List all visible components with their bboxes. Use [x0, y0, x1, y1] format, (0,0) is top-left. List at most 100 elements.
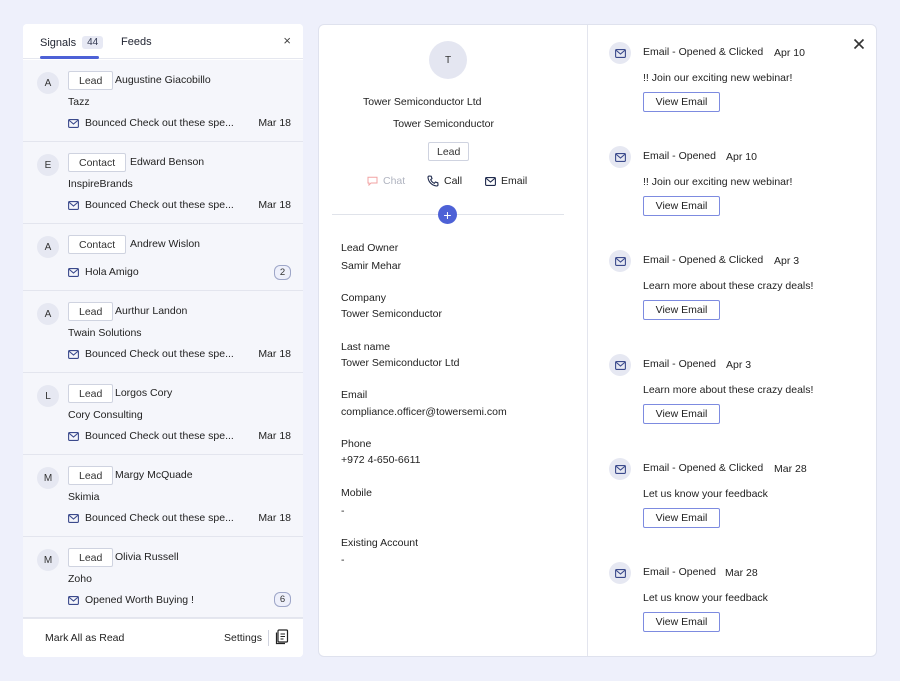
signal-name: Andrew Wislon — [130, 238, 201, 250]
mail-icon — [68, 200, 79, 210]
signal-activity: Opened Worth Buying ! — [68, 594, 194, 606]
view-email-button[interactable]: View Email — [643, 300, 720, 320]
signal-name: Edward Benson — [130, 156, 205, 168]
add-button[interactable]: + — [438, 205, 457, 224]
timeline-item: Email - Opened & Clicked Apr 3 Learn mor… — [609, 250, 849, 325]
signal-activity: Hola Amigo — [68, 266, 139, 278]
signal-activity-text: Bounced Check out these spe... — [85, 199, 234, 211]
timeline-item: Email - Opened & Clicked Apr 10 !! Join … — [609, 42, 849, 117]
record-type-badge: Lead — [68, 466, 114, 485]
footer-divider — [268, 630, 269, 646]
chat-button[interactable]: Chat — [367, 175, 405, 187]
field-value-existing-account: - — [341, 554, 345, 566]
signals-tab-bar: Signals 44 Feeds × — [23, 24, 303, 59]
mail-icon — [614, 48, 626, 58]
signals-footer: Mark All as Read Settings — [23, 618, 303, 657]
document-icon[interactable] — [275, 629, 289, 645]
view-email-button[interactable]: View Email — [643, 612, 720, 632]
field-value-last-name: Tower Semiconductor Ltd — [341, 357, 460, 369]
mail-icon — [614, 360, 626, 370]
signal-activity: Bounced Check out these spe... — [68, 348, 234, 360]
timeline-date: Mar 28 — [725, 567, 758, 579]
unread-count-badge: 6 — [274, 592, 291, 607]
signal-item[interactable]: M Lead Olivia Russell Zoho Opened Worth … — [23, 537, 303, 618]
signal-date: Mar 18 — [258, 348, 291, 360]
signal-item[interactable]: E Contact Edward Benson InspireBrands Bo… — [23, 142, 303, 224]
unread-count-badge: 2 — [274, 265, 291, 280]
mail-icon — [614, 568, 626, 578]
timeline-mail-badge — [609, 250, 631, 272]
avatar: M — [37, 467, 59, 489]
signal-date: Mar 18 — [258, 430, 291, 442]
signals-count-badge: 44 — [82, 36, 104, 49]
mail-icon — [614, 464, 626, 474]
signal-name: Margy McQuade — [115, 469, 193, 481]
record-detail-card: T Tower Semiconductor Ltd Tower Semicond… — [318, 24, 877, 657]
timeline-mail-badge — [609, 354, 631, 376]
signal-activity-text: Bounced Check out these spe... — [85, 117, 234, 129]
signal-date: Mar 18 — [258, 199, 291, 211]
mail-icon — [68, 595, 79, 605]
timeline-item: Email - Opened & Clicked Mar 28 Let us k… — [609, 458, 849, 533]
timeline-status: Email - Opened & Clicked — [643, 462, 764, 474]
timeline-item: Email - Opened Apr 10 !! Join our exciti… — [609, 146, 849, 221]
timeline-mail-badge — [609, 42, 631, 64]
phone-icon — [427, 175, 439, 187]
active-tab-indicator — [40, 56, 99, 59]
signals-panel: Signals 44 Feeds × A Lead Augustine Giac… — [23, 24, 303, 657]
field-label-email: Email — [341, 389, 368, 401]
avatar: L — [37, 385, 59, 407]
signal-activity: Bounced Check out these spe... — [68, 430, 234, 442]
timeline-mail-badge — [609, 146, 631, 168]
timeline-subject: !! Join our exciting new webinar! — [643, 72, 793, 84]
email-button[interactable]: Email — [485, 175, 527, 187]
field-label-existing-account: Existing Account — [341, 537, 419, 549]
avatar: E — [37, 154, 59, 176]
tab-signals[interactable]: Signals 44 — [40, 36, 104, 49]
signal-activity-text: Hola Amigo — [85, 266, 139, 278]
signal-company: Cory Consulting — [68, 409, 143, 421]
signal-activity: Bounced Check out these spe... — [68, 512, 234, 524]
field-value-company: Tower Semiconductor — [341, 308, 442, 320]
signal-date: Mar 18 — [258, 512, 291, 524]
close-icon[interactable]: × — [283, 34, 291, 48]
mail-icon — [485, 176, 496, 186]
signal-item[interactable]: A Lead Aurthur Landon Twain Solutions Bo… — [23, 291, 303, 373]
avatar: T — [429, 41, 467, 79]
field-label-company: Company — [341, 292, 386, 304]
call-button[interactable]: Call — [427, 175, 462, 187]
field-label-mobile: Mobile — [341, 487, 372, 499]
mail-icon — [614, 256, 626, 266]
view-email-button[interactable]: View Email — [643, 92, 720, 112]
close-icon[interactable] — [852, 37, 866, 51]
field-label-phone: Phone — [341, 438, 372, 450]
record-type-badge: Lead — [68, 384, 114, 403]
signal-activity-text: Bounced Check out these spe... — [85, 348, 234, 360]
signal-item[interactable]: L Lead Lorgos Cory Cory Consulting Bounc… — [23, 373, 303, 455]
tab-feeds[interactable]: Feeds — [121, 36, 152, 48]
signal-company: Twain Solutions — [68, 327, 142, 339]
record-company: Tower Semiconductor — [393, 118, 494, 130]
view-email-button[interactable]: View Email — [643, 508, 720, 528]
view-email-button[interactable]: View Email — [643, 404, 720, 424]
mark-all-read-button[interactable]: Mark All as Read — [45, 632, 124, 644]
record-full-name: Tower Semiconductor Ltd — [363, 96, 482, 108]
timeline-subject: Let us know your feedback — [643, 592, 768, 604]
settings-button[interactable]: Settings — [224, 632, 262, 644]
call-label: Call — [444, 175, 463, 187]
signal-item[interactable]: A Contact Andrew Wislon Hola Amigo 2 — [23, 224, 303, 291]
timeline-mail-badge — [609, 458, 631, 480]
record-type-badge: Lead — [68, 71, 114, 90]
signal-activity-text: Bounced Check out these spe... — [85, 430, 234, 442]
signal-item[interactable]: A Lead Augustine Giacobillo Tazz Bounced… — [23, 60, 303, 142]
record-type-badge: Lead — [68, 548, 114, 567]
timeline-subject: !! Join our exciting new webinar! — [643, 176, 793, 188]
timeline-item: Email - Opened Mar 28 Let us know your f… — [609, 562, 849, 637]
timeline-subject: Learn more about these crazy deals! — [643, 384, 814, 396]
view-email-button[interactable]: View Email — [643, 196, 720, 216]
signal-item[interactable]: M Lead Margy McQuade Skimia Bounced Chec… — [23, 455, 303, 537]
timeline-date: Apr 10 — [774, 47, 805, 59]
record-type-badge: Lead — [428, 142, 470, 161]
mail-icon — [68, 513, 79, 523]
field-value-email: compliance.officer@towersemi.com — [341, 406, 507, 418]
